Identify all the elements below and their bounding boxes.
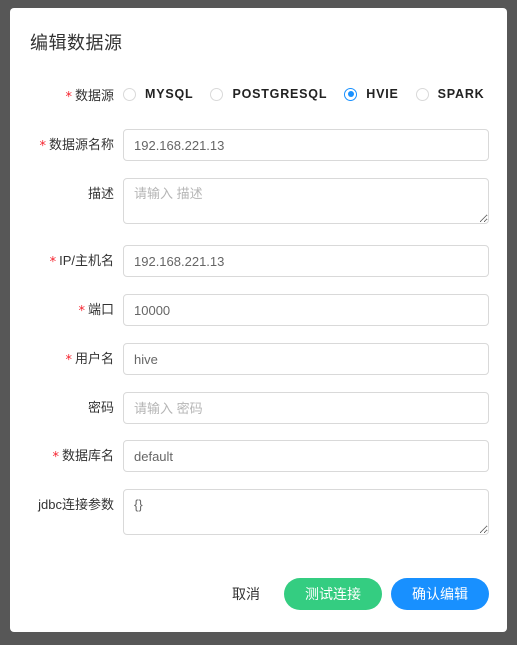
label-password: 密码: [10, 392, 123, 424]
label-text-username: 用户名: [74, 351, 114, 366]
form-row-password: 密码: [10, 392, 507, 424]
label-port: * 端口: [10, 294, 123, 327]
label-text-database-name: 数据库名: [61, 448, 114, 463]
dialog-title: 编辑数据源: [30, 33, 123, 53]
ip-host-input[interactable]: [123, 245, 489, 277]
label-description: 描述: [10, 178, 123, 210]
label-jdbc-params: jdbc连接参数: [10, 489, 123, 521]
cancel-button[interactable]: 取消: [232, 584, 260, 604]
form-row-datasource-name: * 数据源名称: [10, 129, 507, 162]
radio-circle-checked-icon[interactable]: [344, 87, 358, 101]
required-asterisk-port: *: [78, 304, 85, 319]
form-row-description: 描述: [10, 178, 507, 229]
label-database-name: * 数据库名: [10, 440, 123, 473]
label-text-description: 描述: [87, 186, 114, 201]
label-ip-host: * IP/主机名: [10, 245, 123, 278]
field-datasource-name: [123, 129, 507, 161]
required-asterisk-ip-host: *: [49, 255, 57, 270]
field-datasource-type: MYSQL POSTGRESQL HVIE SPARK: [123, 80, 507, 106]
field-password: [123, 392, 507, 424]
required-asterisk-datasource-type: *: [65, 90, 72, 105]
radio-label-hvie: HVIE: [366, 87, 399, 101]
radio-circle-icon[interactable]: [415, 87, 429, 101]
dialog-footer: 取消 测试连接 确认编辑: [232, 578, 489, 610]
form-row-port: * 端口: [10, 294, 507, 327]
field-port: [123, 294, 507, 326]
form-row-database-name: * 数据库名: [10, 440, 507, 473]
datasource-form: * 数据源 MYSQL POSTGRESQL HVIE SPARK * 数据源名…: [10, 80, 507, 556]
radio-circle-icon[interactable]: [210, 87, 224, 101]
required-asterisk-datasource-name: *: [39, 139, 46, 154]
label-text-password: 密码: [87, 400, 114, 415]
label-datasource-type: * 数据源: [10, 80, 123, 113]
jdbc-params-textarea[interactable]: {}: [123, 489, 489, 535]
label-datasource-name: * 数据源名称: [10, 129, 123, 162]
form-row-datasource-type: * 数据源 MYSQL POSTGRESQL HVIE SPARK: [10, 80, 507, 113]
label-text-datasource-type: 数据源: [74, 88, 114, 103]
required-asterisk-username: *: [65, 353, 72, 368]
label-text-jdbc-params: jdbc连接参数: [38, 497, 114, 512]
form-row-jdbc-params: jdbc连接参数 {}: [10, 489, 507, 540]
label-text-datasource-name: 数据源名称: [48, 137, 114, 152]
confirm-edit-button[interactable]: 确认编辑: [391, 578, 489, 610]
field-username: [123, 343, 507, 375]
field-jdbc-params: {}: [123, 489, 507, 540]
radio-circle-icon[interactable]: [123, 87, 136, 101]
database-name-input[interactable]: [123, 440, 489, 472]
form-row-username: * 用户名: [10, 343, 507, 376]
field-ip-host: [123, 245, 507, 277]
form-row-ip-host: * IP/主机名: [10, 245, 507, 278]
field-database-name: [123, 440, 507, 472]
label-text-port: 端口: [87, 302, 114, 317]
label-text-ip-host: IP/主机名: [59, 253, 114, 268]
datasource-name-input[interactable]: [123, 129, 489, 161]
description-textarea[interactable]: [123, 178, 489, 224]
field-description: [123, 178, 507, 229]
label-username: * 用户名: [10, 343, 123, 376]
test-connection-button[interactable]: 测试连接: [284, 578, 382, 610]
radio-label-postgresql: POSTGRESQL: [232, 87, 328, 101]
radio-label-mysql: MYSQL: [145, 87, 194, 101]
username-input[interactable]: [123, 343, 489, 375]
datasource-type-radio-group[interactable]: MYSQL POSTGRESQL HVIE SPARK: [123, 80, 502, 106]
password-input[interactable]: [123, 392, 489, 424]
radio-option-postgresql[interactable]: POSTGRESQL: [210, 87, 327, 101]
required-asterisk-database-name: *: [52, 450, 59, 465]
radio-option-spark[interactable]: SPARK: [415, 87, 485, 101]
radio-option-mysql[interactable]: MYSQL: [123, 87, 193, 101]
radio-label-spark: SPARK: [437, 87, 485, 101]
edit-datasource-dialog: 编辑数据源 * 数据源 MYSQL POSTGRESQL HVIE SPARK …: [10, 8, 507, 632]
port-input[interactable]: [123, 294, 489, 326]
radio-option-hvie[interactable]: HVIE: [344, 87, 398, 101]
